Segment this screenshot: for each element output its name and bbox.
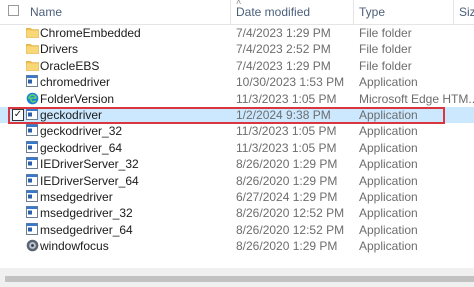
- file-row[interactable]: IEDriverServer_64 8/26/2020 1:29 PM Appl…: [0, 173, 474, 189]
- file-date: 8/26/2020 1:29 PM: [236, 173, 338, 188]
- application-icon: [26, 222, 38, 236]
- file-date: 7/4/2023 2:52 PM: [236, 42, 331, 57]
- file-row[interactable]: Drivers 7/4/2023 2:52 PM File folder: [0, 41, 474, 57]
- application-icon: [26, 140, 38, 154]
- file-name: msedgedriver: [40, 189, 113, 204]
- file-row[interactable]: geckodriver_32 11/3/2023 1:05 PM Applica…: [0, 123, 474, 139]
- file-list: ChromeEmbedded 7/4/2023 1:29 PM File fol…: [0, 25, 474, 254]
- file-name: OracleEBS: [40, 58, 100, 73]
- file-name: IEDriverServer_64: [40, 173, 139, 188]
- application-icon: [26, 124, 38, 137]
- file-date: 8/26/2020 1:29 PM: [236, 157, 338, 172]
- file-type: Application: [359, 206, 418, 221]
- file-date: 8/26/2020 12:52 PM: [236, 206, 345, 221]
- file-type: Microsoft Edge HTM...: [359, 91, 474, 106]
- file-date: 7/4/2023 1:29 PM: [236, 58, 331, 73]
- application-icon: [26, 157, 38, 170]
- application-icon: [26, 173, 38, 187]
- file-type: File folder: [359, 42, 412, 57]
- file-date: 6/27/2024 1:29 PM: [236, 189, 338, 204]
- column-header-name[interactable]: Name: [30, 5, 62, 19]
- file-type: File folder: [359, 26, 412, 40]
- file-name: FolderVersion: [40, 91, 115, 106]
- file-type: Application: [359, 189, 418, 204]
- file-name: chromedriver: [40, 75, 111, 90]
- file-row[interactable]: geckodriver_64 11/3/2023 1:05 PM Applica…: [0, 140, 474, 156]
- file-row[interactable]: chromedriver 10/30/2023 1:53 PM Applicat…: [0, 74, 474, 90]
- file-name: Drivers: [40, 42, 78, 57]
- file-row[interactable]: windowfocus 8/26/2020 1:29 PM Applicatio…: [0, 238, 474, 254]
- file-date: 10/30/2023 1:53 PM: [236, 75, 345, 90]
- file-type: Application: [359, 124, 418, 139]
- file-name: msedgedriver_64: [40, 222, 133, 237]
- edge-html-icon: [26, 92, 39, 105]
- column-header-bar: Name ˄ Date modified Type Siz: [0, 0, 474, 25]
- row-checkbox[interactable]: ✓: [12, 108, 24, 121]
- file-type: File folder: [359, 58, 412, 73]
- column-header-type[interactable]: Type: [359, 5, 385, 19]
- file-row[interactable]: msedgedriver_64 8/26/2020 12:52 PM Appli…: [0, 222, 474, 238]
- column-divider[interactable]: [353, 0, 354, 24]
- file-row[interactable]: FolderVersion 11/3/2023 1:05 PM Microsof…: [0, 91, 474, 107]
- file-date: 1/2/2024 9:38 PM: [236, 107, 331, 122]
- file-name: IEDriverServer_32: [40, 157, 139, 172]
- file-row[interactable]: IEDriverServer_32 8/26/2020 1:29 PM Appl…: [0, 156, 474, 172]
- file-type: Application: [359, 239, 418, 254]
- folder-icon: [26, 42, 39, 55]
- file-type: Application: [359, 107, 418, 122]
- application-icon: [26, 206, 38, 219]
- file-row[interactable]: ChromeEmbedded 7/4/2023 1:29 PM File fol…: [0, 25, 474, 41]
- column-divider[interactable]: [230, 0, 231, 24]
- file-row[interactable]: msedgedriver 6/27/2024 1:29 PM Applicati…: [0, 189, 474, 205]
- file-name: geckodriver: [40, 107, 103, 122]
- file-row[interactable]: msedgedriver_32 8/26/2020 12:52 PM Appli…: [0, 205, 474, 221]
- file-type: Application: [359, 75, 418, 90]
- application-icon: [26, 75, 38, 88]
- select-all-checkbox[interactable]: [8, 5, 19, 16]
- file-name: windowfocus: [40, 239, 109, 254]
- file-name: geckodriver_64: [40, 140, 123, 155]
- file-date: 11/3/2023 1:05 PM: [236, 124, 337, 139]
- file-date: 7/4/2023 1:29 PM: [236, 26, 331, 40]
- windowfocus-icon: [26, 239, 39, 252]
- file-date: 8/26/2020 1:29 PM: [236, 239, 338, 254]
- application-icon: [26, 107, 38, 121]
- file-type: Application: [359, 173, 418, 188]
- file-date: 11/3/2023 1:05 PM: [236, 91, 337, 106]
- file-name: ChromeEmbedded: [40, 26, 141, 40]
- folder-icon: [26, 59, 39, 72]
- file-date: 11/3/2023 1:05 PM: [236, 140, 337, 155]
- file-type: Application: [359, 222, 418, 237]
- file-type: Application: [359, 157, 418, 172]
- file-row[interactable]: OracleEBS 7/4/2023 1:29 PM File folder: [0, 58, 474, 74]
- column-header-size[interactable]: Siz: [459, 5, 474, 19]
- column-header-date[interactable]: Date modified: [236, 5, 310, 19]
- folder-icon: [26, 26, 39, 39]
- column-divider[interactable]: [453, 0, 454, 24]
- scrollbar-thumb[interactable]: [5, 276, 474, 282]
- file-date: 8/26/2020 12:52 PM: [236, 222, 345, 237]
- file-name: msedgedriver_32: [40, 206, 133, 221]
- horizontal-scrollbar[interactable]: [0, 268, 474, 287]
- application-icon: [26, 189, 38, 203]
- file-type: Application: [359, 140, 418, 155]
- file-row-selected[interactable]: ✓ geckodriver 1/2/2024 9:38 PM Applicati…: [0, 106, 474, 124]
- file-name: geckodriver_32: [40, 124, 123, 139]
